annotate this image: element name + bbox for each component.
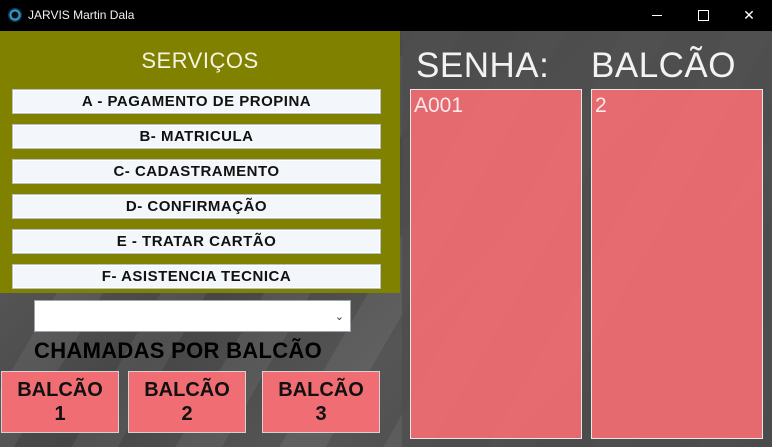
left-panel: SERVIÇOS A - PAGAMENTO DE PROPINA B- MAT…: [0, 31, 402, 447]
title-bar: JARVIS Martin Dala ✕: [0, 0, 772, 31]
counter-list: 2: [591, 89, 763, 439]
window-title: JARVIS Martin Dala: [28, 8, 135, 22]
maximize-icon: [697, 10, 709, 21]
minimize-icon: [652, 15, 662, 16]
service-button-e[interactable]: E - TRATAR CARTÃO: [12, 229, 381, 254]
call-counter-1-button[interactable]: BALCÃO 1: [1, 371, 119, 433]
app-eye-icon: [8, 8, 22, 22]
minimize-button[interactable]: [634, 0, 680, 31]
ticket-value: A001: [414, 94, 464, 117]
service-button-c[interactable]: C- CADASTRAMENTO: [12, 159, 381, 184]
counter-select[interactable]: ⌄: [34, 300, 351, 332]
call-counter-1-number: 1: [54, 403, 66, 425]
maximize-button[interactable]: [680, 0, 726, 31]
main-window: SERVIÇOS A - PAGAMENTO DE PROPINA B- MAT…: [0, 31, 772, 447]
services-title: SERVIÇOS: [141, 48, 259, 73]
counter-value: 2: [595, 94, 607, 117]
calls-title: CHAMADAS POR BALCÃO: [34, 338, 323, 363]
call-counter-1-label: BALCÃO: [17, 379, 103, 401]
close-button[interactable]: ✕: [726, 0, 772, 31]
ticket-list: A001: [410, 89, 582, 439]
service-button-a[interactable]: A - PAGAMENTO DE PROPINA: [12, 89, 381, 114]
ticket-header: SENHA:: [416, 46, 550, 85]
call-counter-2-label: BALCÃO: [144, 379, 230, 401]
call-counter-3-number: 3: [315, 403, 327, 425]
service-button-f[interactable]: F- ASISTENCIA TECNICA: [12, 264, 381, 289]
counter-header: BALCÃO: [591, 46, 736, 85]
service-button-b[interactable]: B- MATRICULA: [12, 124, 381, 149]
call-counter-3-label: BALCÃO: [278, 379, 364, 401]
queue-board: SENHA: BALCÃO A001 2: [402, 31, 772, 447]
service-button-d[interactable]: D- CONFIRMAÇÃO: [12, 194, 381, 219]
close-icon: ✕: [743, 7, 755, 23]
services-panel: SERVIÇOS A - PAGAMENTO DE PROPINA B- MAT…: [0, 31, 400, 293]
call-counter-3-button[interactable]: BALCÃO 3: [262, 371, 380, 433]
chevron-down-icon[interactable]: ⌄: [335, 310, 344, 323]
call-counter-2-number: 2: [181, 403, 193, 425]
call-counter-2-button[interactable]: BALCÃO 2: [128, 371, 246, 433]
